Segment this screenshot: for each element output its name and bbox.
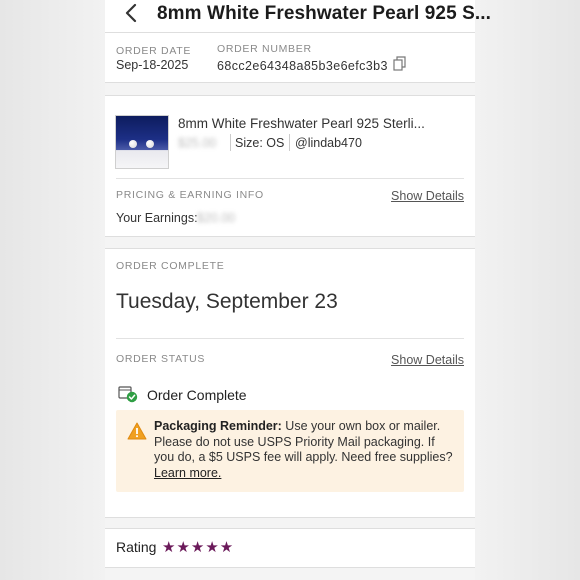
separator xyxy=(230,134,231,151)
packaging-reminder: Packaging Reminder: Use your own box or … xyxy=(116,410,464,492)
rating-label: Rating xyxy=(116,539,157,555)
pricing-label: PRICING & EARNING INFO xyxy=(116,189,264,201)
order-details-screen: 8mm White Freshwater Pearl 925 S... ORDE… xyxy=(105,0,491,580)
reminder-text: Packaging Reminder: Use your own box or … xyxy=(154,419,456,481)
divider xyxy=(116,178,464,179)
order-status-label: ORDER STATUS xyxy=(116,353,206,365)
section-gap xyxy=(105,83,475,95)
order-date-label: ORDER DATE xyxy=(116,45,192,57)
learn-more-link[interactable]: Learn more. xyxy=(154,466,221,480)
section-gap xyxy=(105,237,475,248)
chevron-left-icon[interactable] xyxy=(123,2,143,26)
order-complete-label: ORDER COMPLETE xyxy=(116,260,225,272)
seller-username[interactable]: @lindab470 xyxy=(295,136,362,150)
earnings-value: $20.00 xyxy=(197,211,236,225)
divider xyxy=(116,338,464,339)
divider xyxy=(105,528,475,529)
rating-stars: ★★★★★ xyxy=(162,539,235,556)
status-show-details-link[interactable]: Show Details xyxy=(391,353,464,367)
order-date-value: Sep-18-2025 xyxy=(116,58,189,72)
copy-icon[interactable] xyxy=(393,56,407,72)
section-gap xyxy=(105,568,475,580)
header: 8mm White Freshwater Pearl 925 S... xyxy=(105,0,491,30)
section-gap xyxy=(105,518,475,528)
warning-icon xyxy=(127,422,147,440)
pricing-show-details-link[interactable]: Show Details xyxy=(391,189,464,203)
page-title: 8mm White Freshwater Pearl 925 S... xyxy=(157,3,492,24)
order-number-label: ORDER NUMBER xyxy=(217,43,312,55)
background-right xyxy=(475,0,580,580)
separator xyxy=(289,134,290,151)
divider xyxy=(105,248,475,249)
order-number-value: 68cc2e64348a85b3e6efc3b3 xyxy=(217,59,388,73)
product-title[interactable]: 8mm White Freshwater Pearl 925 Sterli... xyxy=(178,116,425,131)
reminder-heading: Packaging Reminder: xyxy=(154,419,282,433)
product-price: $25.00 xyxy=(178,136,217,150)
product-size: Size: OS xyxy=(235,136,285,150)
pearl-image xyxy=(146,140,154,148)
order-status-title: Order Complete xyxy=(147,387,247,403)
pearl-image xyxy=(129,140,137,148)
package-check-icon xyxy=(117,384,139,404)
order-complete-date: Tuesday, September 23 xyxy=(116,290,338,313)
background-left xyxy=(0,0,105,580)
divider xyxy=(105,95,475,96)
product-thumbnail[interactable] xyxy=(115,115,169,169)
divider xyxy=(105,32,475,33)
earnings-label: Your Earnings: xyxy=(116,211,198,225)
